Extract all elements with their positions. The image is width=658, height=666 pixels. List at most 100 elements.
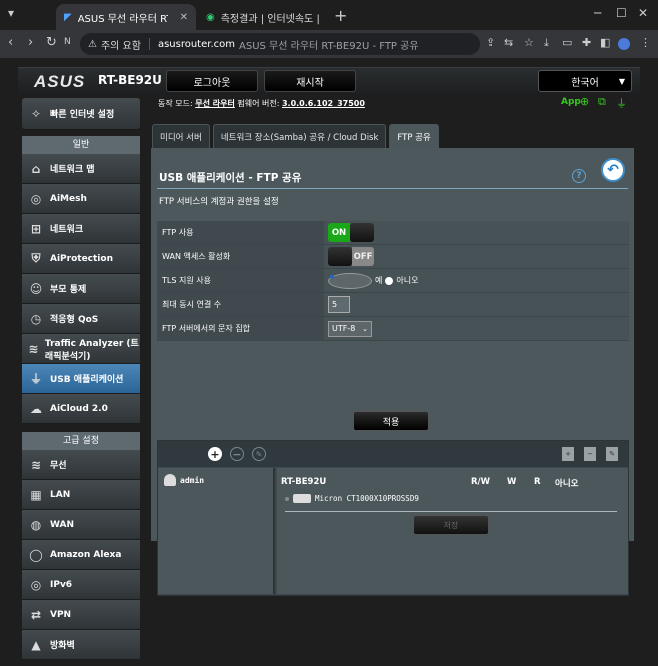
sidebar-item[interactable]: ▦ LAN [22,480,140,510]
maximize-icon[interactable]: ☐ [616,6,627,20]
profile-avatar[interactable] [618,38,630,50]
cast-icon[interactable]: ▭ [562,36,572,49]
mode-label: 동작 모드: [158,99,193,108]
max-connections-cell: 5 [324,293,629,316]
plus-icon[interactable]: + [334,6,347,25]
tab-ftp[interactable]: FTP 공유 [389,124,439,148]
user-name: admin [180,475,205,485]
list-item[interactable]: admin [164,474,204,486]
sidebar-item-label: IPv6 [50,579,73,590]
sidebar-item[interactable]: ⌂ 네트워크 맵 [22,154,140,184]
sidebar-item[interactable]: ◍ WAN [22,510,140,540]
general-section-header: 일반 [22,136,140,154]
expand-icon[interactable] [285,496,289,501]
sidebar-item[interactable]: ≋ 무선 [22,450,140,480]
warning-icon[interactable]: ⚠ [88,39,97,50]
network-icon: ⊞ [30,221,42,236]
max-connections-input[interactable]: 5 [328,296,350,313]
menu-kebab-icon[interactable]: ⋮ [640,36,651,49]
gamepad-icon[interactable]: ⊕ [580,95,589,108]
wireless-icon: ≋ [30,457,42,472]
logout-button[interactable]: 로그아웃 [166,70,258,92]
table-row: WAN 액세스 활성화 OFF [157,245,629,269]
window-close-icon[interactable]: ✕ [638,6,648,20]
sidebar-item[interactable]: ⊞ 네트워크 [22,214,140,244]
download-icon[interactable]: ⤓ [544,36,549,50]
sidebar-item[interactable]: ⇄ VPN [22,600,140,630]
sidebar-item[interactable]: ☁ AiCloud 2.0 [22,394,140,424]
usb-status-icon[interactable]: ⏚ [616,95,627,111]
sidebar-item[interactable]: ≋ Traffic Analyzer (트래픽분석기) [22,334,140,364]
back-arrow-icon[interactable]: ‹ [8,35,13,50]
charset-select[interactable]: UTF-8 ⌄ [328,320,372,337]
forward-arrow-icon[interactable]: › [28,35,33,50]
aimesh-status-icon[interactable]: ⧉ [598,95,606,109]
minimize-icon[interactable]: ─ [594,6,601,20]
app-status-label[interactable]: App [561,97,581,107]
device-name: RT-BE92U [281,477,327,487]
wan-access-toggle[interactable]: OFF [328,247,374,266]
tab-media-server[interactable]: 미디어 서버 [152,124,210,148]
sidepanel-icon[interactable]: ◧ [600,36,610,49]
sidebar-item-label: 무선 [50,461,67,471]
reboot-button[interactable]: 재시작 [264,70,356,92]
close-icon[interactable]: ✕ [180,12,188,23]
speedtest-favicon-icon: ◉ [206,11,215,23]
disk-item[interactable]: Micron CT1000X10PROSSD9 [285,494,419,503]
tab-search-icon[interactable]: ▾ [8,6,14,20]
share-icon[interactable]: ⇪ [486,36,495,49]
language-select[interactable]: 한국어 ▼ [538,70,632,92]
max-connections-label: 최대 동시 연결 수 [157,293,324,316]
add-folder-icon[interactable]: + [562,447,574,461]
lan-icon: ▦ [30,487,42,502]
star-icon[interactable]: ☆ [524,36,534,49]
browser-tab-speedtest[interactable]: ◉ 측정결과 | 인터넷속도 | NIA 인 [198,4,328,30]
status-line: 동작 모드: 무선 라우터 펌웨어 버전: 3.0.0.6.102_37500 [158,98,365,109]
user-icon [164,474,176,486]
sidebar-item-quick-setup[interactable]: ✧ 빠른 인터넷 설정 [22,98,140,130]
sidebar-item[interactable]: ◯ Amazon Alexa [22,540,140,570]
wand-icon: ✧ [30,106,42,121]
url-field[interactable]: ⚠ 주의 요함 asusrouter.com ASUS 무선 라우터 RT-BE… [80,33,480,55]
sidebar-item[interactable]: ◎ AiMesh [22,184,140,214]
save-button[interactable]: 저장 [413,515,489,535]
extension-n-icon[interactable]: N [64,37,71,47]
edit-account-icon[interactable]: ✎ [252,447,266,461]
extensions-icon[interactable]: ✚ [582,36,591,49]
translate-icon[interactable]: ⇆ [504,36,513,49]
perm-header-r: R [534,477,541,487]
table-row: TLS 지원 사용 예 아니오 [157,269,629,293]
delete-folder-icon[interactable]: − [584,447,596,461]
reload-icon[interactable]: ↻ [46,35,57,50]
usb-icon: ⏚ [29,372,42,386]
browser-tab-router[interactable]: ◤ ASUS 무선 라우터 RT-BE92U ✕ [56,4,196,30]
tab-samba[interactable]: 네트워크 장소(Samba) 공유 / Cloud Disk [212,124,387,148]
divider [148,38,150,50]
tls-no-label[interactable]: 아니오 [396,275,418,286]
sidebar-item[interactable]: ◷ 적응형 QoS [22,304,140,334]
firmware-value[interactable]: 3.0.0.6.102_37500 [282,99,365,108]
charset-value: UTF-8 [332,324,356,333]
delete-account-icon[interactable]: − [230,447,244,461]
security-warning[interactable]: 주의 요함 [101,37,141,52]
tls-cell: 예 아니오 [324,269,629,292]
mode-value[interactable]: 무선 라우터 [195,99,235,108]
tls-no-radio[interactable] [385,276,394,285]
back-icon[interactable]: ↶ [601,158,625,182]
sidebar-item-label: USB 애플리케이션 [50,375,124,385]
sidebar-item[interactable]: ⏚ USB 애플리케이션 [22,364,140,394]
add-account-icon[interactable]: + [208,447,222,461]
browser-tab-label: ASUS 무선 라우터 RT-BE92U [77,13,168,25]
table-row: 최대 동시 연결 수 5 [157,293,629,317]
tls-yes-radio[interactable] [328,272,372,289]
sidebar-item[interactable]: ☺ 부모 통제 [22,274,140,304]
apply-button[interactable]: 적용 [353,411,429,431]
ftp-enable-toggle[interactable]: ON [328,223,374,242]
help-icon[interactable]: ? [572,169,586,183]
tls-yes-label[interactable]: 예 [375,275,382,286]
sidebar-item[interactable]: ◎ IPv6 [22,570,140,600]
sidebar-item[interactable]: ⛨ AiProtection [22,244,140,274]
sidebar: ✧ 빠른 인터넷 설정 일반 ⌂ 네트워크 맵 ◎ AiMesh ⊞ 네트워크 ⛨ AiPro… [22,98,140,660]
rename-folder-icon[interactable]: ✎ [606,447,618,461]
sidebar-item[interactable]: ▲ 방화벽 [22,630,140,660]
